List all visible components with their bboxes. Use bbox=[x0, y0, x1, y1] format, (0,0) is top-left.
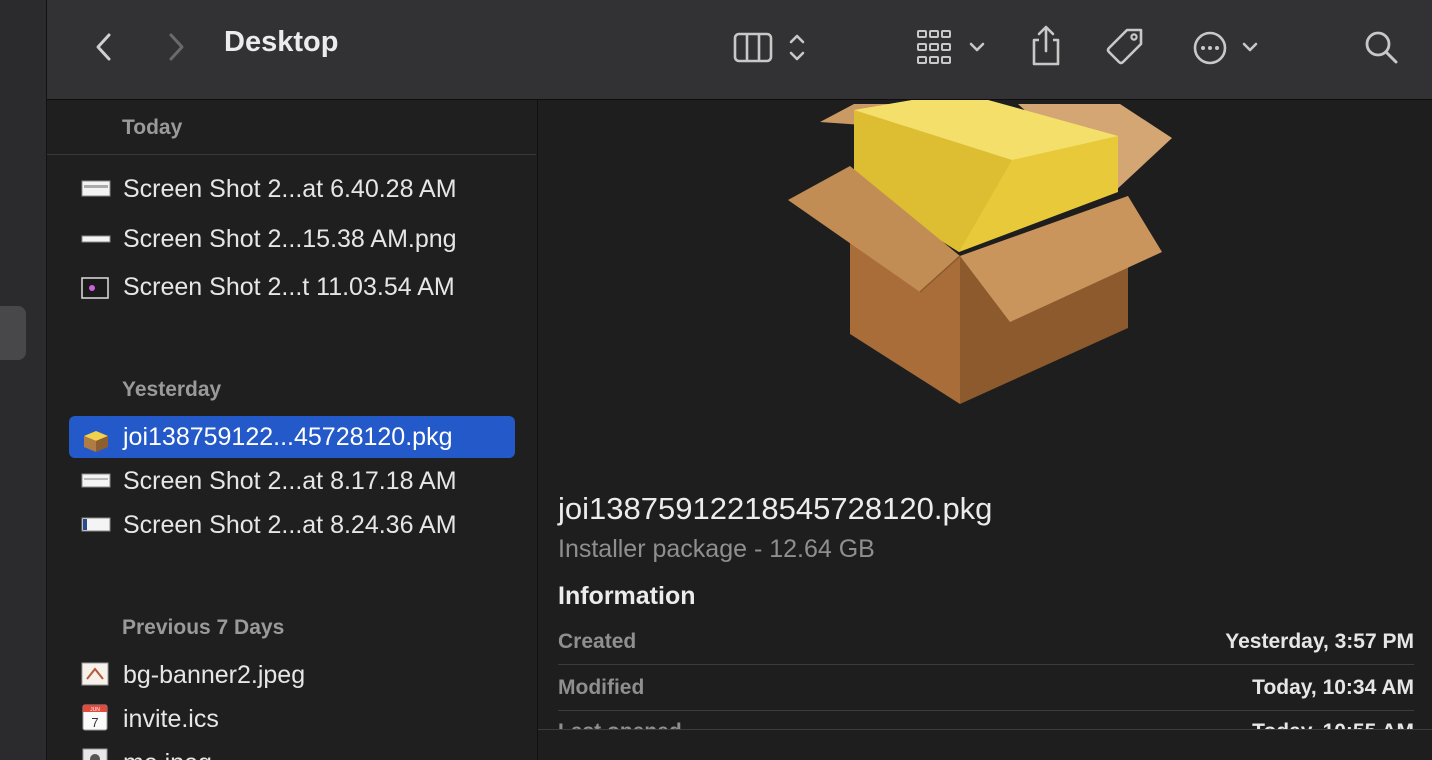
info-value-created: Yesterday, 3:57 PM bbox=[1225, 630, 1414, 653]
section-header-previous: Previous 7 Days bbox=[122, 616, 285, 639]
list-item[interactable]: JUN 7 invite.ics bbox=[69, 698, 515, 740]
info-label-created: Created bbox=[558, 630, 637, 653]
ellipsis-circle-icon[interactable] bbox=[1189, 26, 1263, 70]
preview-pane: joi13875912218545728120.pkg Installer pa… bbox=[538, 100, 1432, 760]
list-item[interactable]: Screen Shot 2...t 11.03.54 AM bbox=[69, 266, 515, 308]
sidebar-selected-item[interactable] bbox=[0, 306, 26, 360]
preview-file-name: joi13875912218545728120.pkg bbox=[558, 491, 993, 526]
list-item[interactable]: Screen Shot 2...15.38 AM.png bbox=[69, 218, 515, 260]
toolbar: Desktop bbox=[47, 0, 1432, 100]
info-label-modified: Modified bbox=[558, 676, 645, 699]
list-item[interactable]: Screen Shot 2...at 8.24.36 AM bbox=[69, 504, 515, 546]
list-item-selected[interactable]: joi138759122...45728120.pkg bbox=[69, 416, 515, 458]
file-name: Screen Shot 2...at 6.40.28 AM bbox=[123, 175, 457, 203]
calendar-month-label: JUN bbox=[90, 707, 100, 713]
share-icon[interactable] bbox=[1027, 24, 1065, 68]
section-header-today: Today bbox=[122, 116, 183, 139]
section-divider bbox=[47, 154, 536, 155]
file-list: Today Screen Shot 2...at 6.40.28 AM Scre… bbox=[47, 100, 538, 760]
package-preview-icon bbox=[784, 100, 1176, 412]
file-name: invite.ics bbox=[123, 705, 219, 733]
sidebar-edge bbox=[0, 0, 47, 760]
search-icon[interactable] bbox=[1361, 26, 1401, 68]
file-name: Screen Shot 2...at 8.24.36 AM bbox=[123, 511, 457, 539]
list-item[interactable]: me.jpeg bbox=[69, 742, 515, 760]
screenshot-file-icon bbox=[81, 229, 111, 249]
image-file-icon bbox=[81, 662, 111, 686]
group-grid-icon[interactable] bbox=[913, 26, 991, 68]
screenshot-file-icon bbox=[81, 515, 111, 535]
information-heading: Information bbox=[558, 582, 696, 610]
calendar-file-icon: JUN 7 bbox=[81, 704, 111, 731]
chevron-left-icon[interactable] bbox=[87, 28, 121, 66]
tag-icon[interactable] bbox=[1103, 26, 1147, 70]
list-item[interactable]: bg-banner2.jpeg bbox=[69, 654, 515, 696]
section-header-yesterday: Yesterday bbox=[122, 378, 222, 401]
preview-footer bbox=[538, 730, 1432, 760]
preview-file-kind: Installer package - 12.64 GB bbox=[558, 535, 875, 563]
calendar-day-label: 7 bbox=[91, 715, 98, 730]
screenshot-file-icon bbox=[81, 471, 111, 491]
chevron-right-icon[interactable] bbox=[159, 28, 193, 66]
file-name: bg-banner2.jpeg bbox=[123, 661, 306, 689]
info-value-modified: Today, 10:34 AM bbox=[1252, 676, 1414, 699]
file-name: Screen Shot 2...at 8.17.18 AM bbox=[123, 467, 457, 495]
info-divider bbox=[558, 710, 1414, 711]
file-name: joi138759122...45728120.pkg bbox=[123, 423, 453, 451]
file-name: me.jpeg bbox=[123, 749, 212, 760]
screenshot-file-icon bbox=[81, 277, 111, 299]
package-file-icon bbox=[81, 427, 111, 452]
list-item[interactable]: Screen Shot 2...at 8.17.18 AM bbox=[69, 460, 515, 502]
screenshot-file-icon bbox=[81, 179, 111, 199]
list-item[interactable]: Screen Shot 2...at 6.40.28 AM bbox=[69, 168, 515, 210]
image-file-icon bbox=[81, 748, 111, 760]
file-name: Screen Shot 2...15.38 AM.png bbox=[123, 225, 457, 253]
column-view-icon[interactable] bbox=[732, 28, 812, 68]
info-divider bbox=[558, 664, 1414, 665]
window-title: Desktop bbox=[224, 26, 339, 58]
file-name: Screen Shot 2...t 11.03.54 AM bbox=[123, 273, 455, 301]
